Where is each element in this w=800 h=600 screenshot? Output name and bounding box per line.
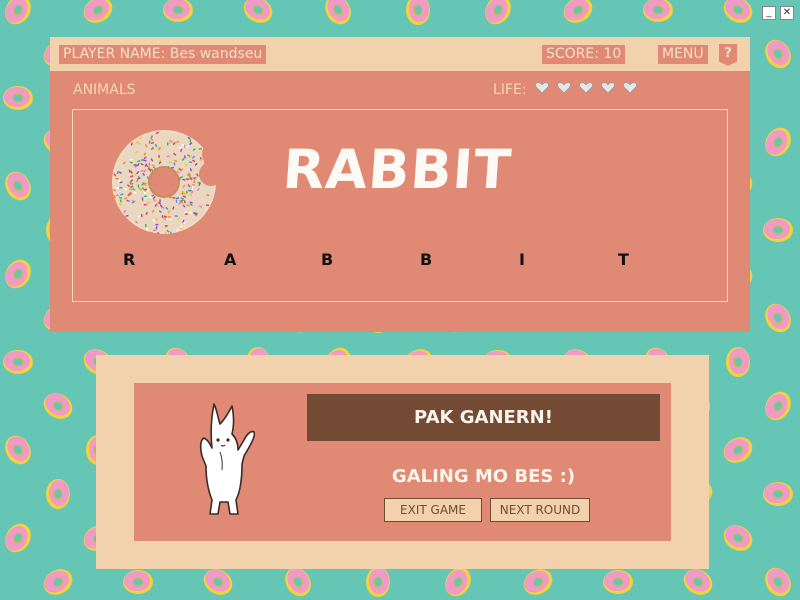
heart-icon <box>600 82 615 94</box>
category-label: ANIMALS <box>73 82 136 98</box>
donut-icon <box>763 482 793 506</box>
score-label: SCORE: 10 <box>542 45 626 64</box>
result-message: GALING MO BES :) <box>391 466 576 487</box>
heart-icon <box>578 82 593 94</box>
letter-slot: A <box>224 250 237 269</box>
donut-icon <box>5 171 31 201</box>
donut-icon <box>406 0 430 25</box>
donut-icon <box>643 0 673 22</box>
life-hearts <box>527 82 637 98</box>
donut-icon <box>83 0 113 23</box>
bitten-donut-icon <box>112 130 216 234</box>
heart-icon <box>534 82 549 94</box>
help-button[interactable]: ? <box>719 44 737 66</box>
life-label: LIFE: <box>493 82 527 98</box>
letter-slot: I <box>519 250 525 269</box>
next-round-button[interactable]: NEXT ROUND <box>490 498 590 522</box>
word-box: RABBIT RABBIT <box>72 109 728 302</box>
donut-icon <box>765 567 791 597</box>
donut-icon <box>765 391 791 421</box>
donut-icon <box>3 350 33 374</box>
life-meter: LIFE: <box>493 82 637 98</box>
donut-icon <box>5 0 31 25</box>
donut-icon <box>5 259 31 289</box>
donut-icon <box>123 570 153 594</box>
letter-slot: T <box>618 250 629 269</box>
letter-slot: B <box>420 250 433 269</box>
donut-icon <box>726 347 750 377</box>
target-word: RABBIT <box>280 138 514 201</box>
donut-icon <box>5 435 31 465</box>
donut-icon <box>5 523 31 553</box>
exit-game-button[interactable]: EXIT GAME <box>384 498 482 522</box>
donut-icon <box>43 569 73 595</box>
donut-icon <box>723 437 753 463</box>
donut-icon <box>485 0 511 25</box>
donut-icon <box>203 569 233 595</box>
result-panel: PAK GANERN! GALING MO BES :) EXIT GAME N… <box>96 355 709 569</box>
letter-slot: B <box>321 250 334 269</box>
game-panel: PLAYER NAME: Bes wandseu SCORE: 10 MENU … <box>50 37 750 332</box>
donut-icon <box>723 525 753 551</box>
donut-icon <box>243 0 273 23</box>
heart-icon <box>556 82 571 94</box>
letter-slot: R <box>123 250 136 269</box>
donut-icon <box>765 39 791 69</box>
donut-icon <box>366 567 390 597</box>
minimize-button[interactable]: _ <box>762 6 776 20</box>
result-card: PAK GANERN! GALING MO BES :) EXIT GAME N… <box>134 383 671 541</box>
donut-icon <box>765 127 791 157</box>
donut-icon <box>603 570 633 594</box>
donut-icon <box>163 0 193 22</box>
donut-icon <box>765 303 791 333</box>
donut-icon <box>46 479 70 509</box>
donut-icon <box>723 0 753 23</box>
donut-icon <box>683 569 713 595</box>
result-banner: PAK GANERN! <box>307 394 660 441</box>
donut-icon <box>763 218 793 242</box>
top-bar: PLAYER NAME: Bes wandseu SCORE: 10 MENU … <box>50 37 750 71</box>
close-button[interactable]: ✕ <box>780 6 794 20</box>
donut-icon <box>3 86 33 110</box>
heart-icon <box>622 82 637 94</box>
donut-icon <box>43 393 73 419</box>
player-name-label: PLAYER NAME: Bes wandseu <box>59 45 267 64</box>
menu-button[interactable]: MENU <box>658 45 708 64</box>
bunny-icon <box>199 403 256 515</box>
donut-icon <box>325 0 351 25</box>
donut-icon <box>523 569 553 595</box>
donut-icon <box>563 0 593 23</box>
